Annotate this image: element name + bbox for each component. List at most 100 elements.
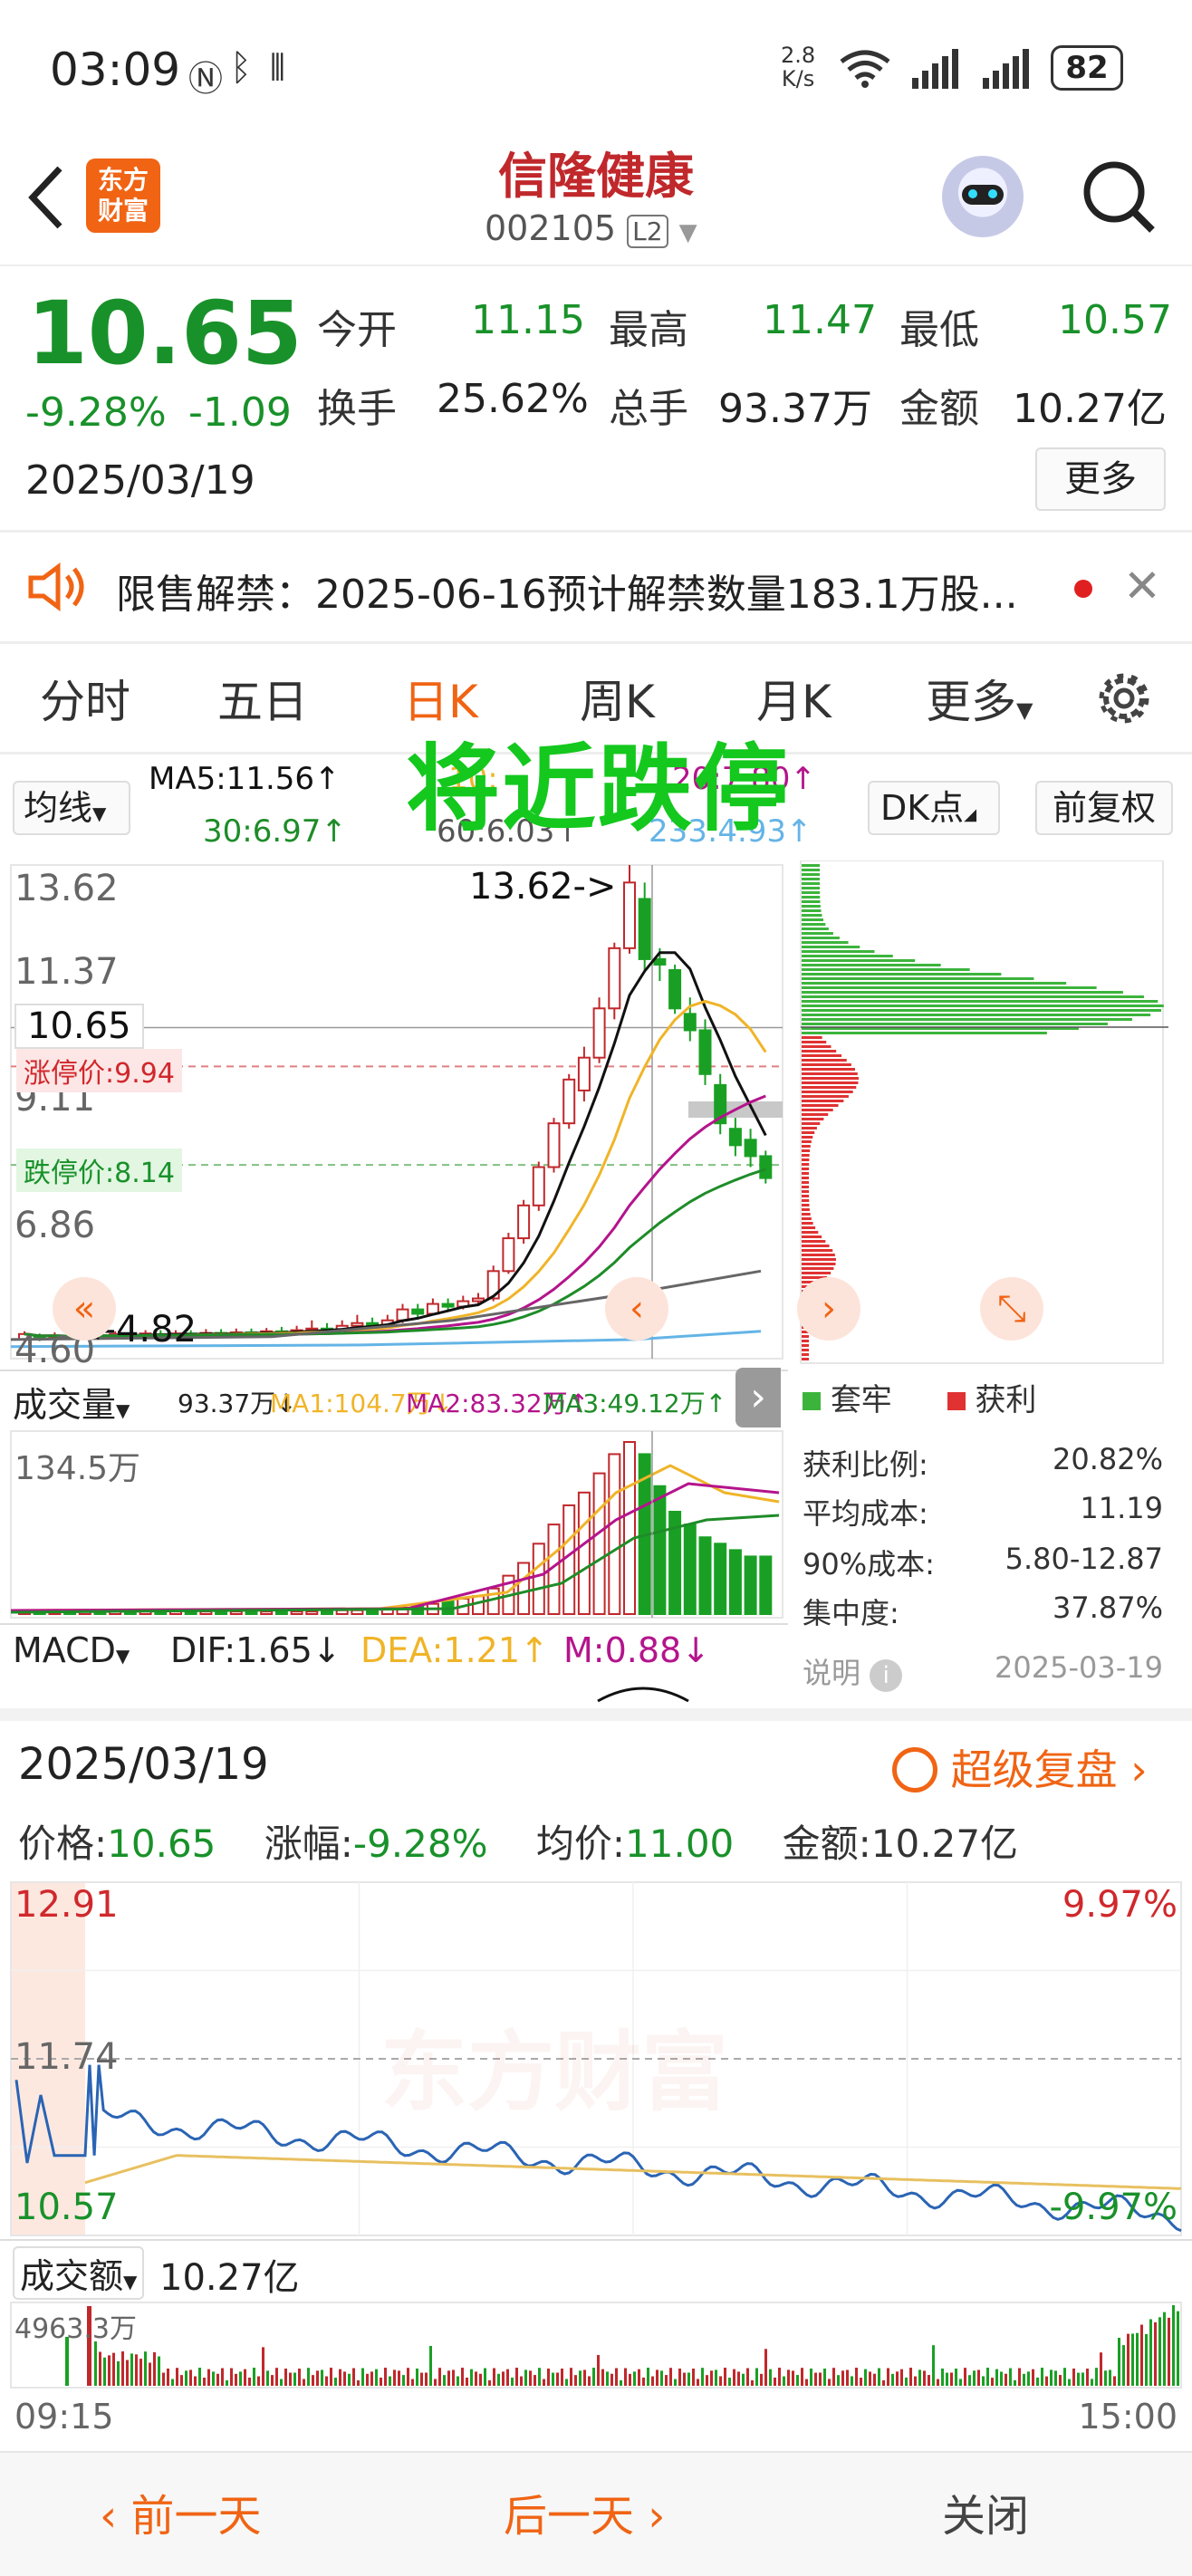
chip-profit-ratio-label: 获利比例: xyxy=(803,1447,928,1482)
chip-bar xyxy=(802,946,860,948)
amount-header: 成交额▼ 10.27亿 xyxy=(0,2239,1192,2300)
close-icon[interactable]: ✕ xyxy=(1123,563,1161,609)
chip-bar xyxy=(802,1077,859,1080)
macd-selector[interactable]: MACD▼ xyxy=(13,1630,130,1670)
chip-bar xyxy=(802,1104,839,1107)
chip-bar xyxy=(802,905,821,908)
scroll-left-icon[interactable]: ‹ xyxy=(605,1277,668,1341)
dk-point-button[interactable]: DK点◢ xyxy=(868,781,1000,835)
review-price-label: 价格: xyxy=(18,1821,108,1866)
amount-bar xyxy=(1027,2371,1030,2386)
collapse-panel-button[interactable]: › xyxy=(735,1368,781,1427)
search-icon[interactable] xyxy=(1078,156,1159,237)
kline-chart[interactable] xyxy=(0,851,797,1368)
prev-day-button[interactable]: ‹ 前一天 xyxy=(100,2480,261,2543)
notice-unread-dot xyxy=(1074,580,1092,598)
amount-bar xyxy=(928,2375,930,2386)
expand-icon[interactable]: ⤡ xyxy=(980,1277,1043,1341)
amount-bar xyxy=(796,2375,799,2386)
chip-explain[interactable]: 说明 i xyxy=(803,1650,903,1692)
amount-bar xyxy=(674,2379,677,2386)
chip-bar xyxy=(802,1032,1047,1034)
amount-bar xyxy=(1077,2372,1080,2386)
amount-bar xyxy=(1036,2377,1039,2386)
scroll-right-icon[interactable]: › xyxy=(797,1277,860,1341)
amount-bar xyxy=(937,2379,939,2386)
change-amt: -1.09 xyxy=(188,389,292,436)
tab-more[interactable]: 更多▼ xyxy=(926,666,1033,731)
tab-intraday[interactable]: 分时 xyxy=(40,666,130,731)
amount-bar xyxy=(108,2355,111,2386)
y-label-4: 6.86 xyxy=(14,1205,96,1246)
volume-selector[interactable]: 成交量▼ xyxy=(13,1377,130,1427)
amount-bar xyxy=(864,2369,867,2386)
volume-bar xyxy=(229,1610,243,1616)
tab-five-day[interactable]: 五日 xyxy=(217,666,308,731)
amount-bar xyxy=(860,2378,862,2386)
amount-bar xyxy=(900,2369,903,2386)
limit-up-tag: 涨停价:9.94 xyxy=(16,1049,182,1092)
chip-bar xyxy=(802,878,821,880)
amount-bar xyxy=(801,2368,803,2386)
nfc-icon: Ⓝ xyxy=(188,59,224,99)
stock-code-selector[interactable]: 002105 L2 ▼ xyxy=(485,208,697,248)
amount-bar xyxy=(1000,2371,1003,2386)
chip-bar xyxy=(802,891,821,894)
chip-bar xyxy=(802,1131,815,1134)
volume-bar xyxy=(274,1610,288,1616)
amount-bar xyxy=(375,2369,378,2386)
amount-bar xyxy=(370,2371,373,2386)
amount-bar xyxy=(167,2368,169,2386)
dea-value: DEA:1.21↑ xyxy=(360,1630,549,1670)
amount-bar xyxy=(198,2368,201,2386)
amount-bar xyxy=(339,2369,341,2386)
chevron-down-icon: ▼ xyxy=(678,219,697,246)
chip-90-cost-value: 5.80-12.87 xyxy=(1005,1542,1163,1576)
amount-selector[interactable]: 成交额▼ xyxy=(13,2246,145,2300)
super-review-link[interactable]: 超级复盘 › xyxy=(892,1737,1148,1797)
more-button[interactable]: 更多 xyxy=(1035,447,1166,511)
close-button[interactable]: 关闭 xyxy=(942,2480,1029,2543)
info-icon: i xyxy=(870,1659,903,1692)
current-price-tag: 10.65 xyxy=(14,1004,144,1049)
adjust-button[interactable]: 前复权 xyxy=(1035,781,1173,835)
scroll-left-double-icon[interactable]: « xyxy=(53,1277,116,1341)
chip-bar xyxy=(802,1054,842,1057)
high-value: 11.47 xyxy=(763,297,877,343)
amount-bar xyxy=(207,2369,210,2386)
amount-bar xyxy=(266,2370,269,2386)
amount-bar xyxy=(194,2376,197,2386)
amount-bar xyxy=(624,2368,627,2386)
ma-selector[interactable]: 均线▼ xyxy=(13,781,130,835)
review-change: -9.28% xyxy=(352,1821,488,1866)
legend-locked-label: 套牢 xyxy=(830,1382,892,1418)
volume-bar xyxy=(683,1523,697,1615)
review-avg-label: 均价: xyxy=(535,1821,626,1866)
settings-gear-icon[interactable] xyxy=(1094,668,1154,728)
amount-bar xyxy=(959,2379,962,2386)
amount-bar xyxy=(1086,2369,1089,2386)
amount-bar xyxy=(139,2359,142,2386)
amount-bar xyxy=(991,2378,994,2386)
low-label: 最低 xyxy=(899,307,979,353)
chip-profit-ratio-value: 20.82% xyxy=(1052,1442,1163,1476)
amount-bar xyxy=(932,2345,935,2386)
net-speed-unit: K/s xyxy=(781,66,815,91)
candle-body xyxy=(728,1128,742,1147)
amount-bar xyxy=(792,2370,794,2386)
notice-bar[interactable]: 限售解禁：2025-06-16预计解禁数量183.1万股... ✕ xyxy=(0,533,1192,641)
next-day-button[interactable]: 后一天 › xyxy=(504,2480,665,2543)
robot-assistant-icon[interactable] xyxy=(942,156,1024,237)
review-stats: 价格:10.65 涨幅:-9.28% 均价:11.00 金额:10.27亿 xyxy=(18,1813,1018,1869)
amount-bar xyxy=(873,2373,876,2386)
amount-bar xyxy=(216,2373,219,2386)
chip-bar xyxy=(802,1072,858,1075)
amount-bar xyxy=(312,2375,314,2386)
amount-bar xyxy=(706,2375,708,2386)
chip-bar xyxy=(802,1122,821,1125)
amount-bar xyxy=(1095,2368,1098,2386)
amount-bar xyxy=(905,2377,908,2386)
chip-bar xyxy=(802,950,875,953)
open-value: 11.15 xyxy=(471,297,585,343)
amount-bar xyxy=(783,2376,785,2386)
